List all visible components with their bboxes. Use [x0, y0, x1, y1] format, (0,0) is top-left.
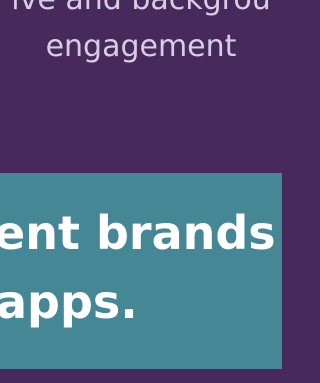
band-headline-line-2: apps. — [0, 275, 138, 329]
teal-band: ent brands apps. — [0, 173, 282, 369]
band-headline-line-1: ent brands — [0, 206, 276, 260]
top-text-line-2: engagement — [45, 29, 237, 64]
top-text-line-1: ive and backgrou — [0, 0, 282, 19]
